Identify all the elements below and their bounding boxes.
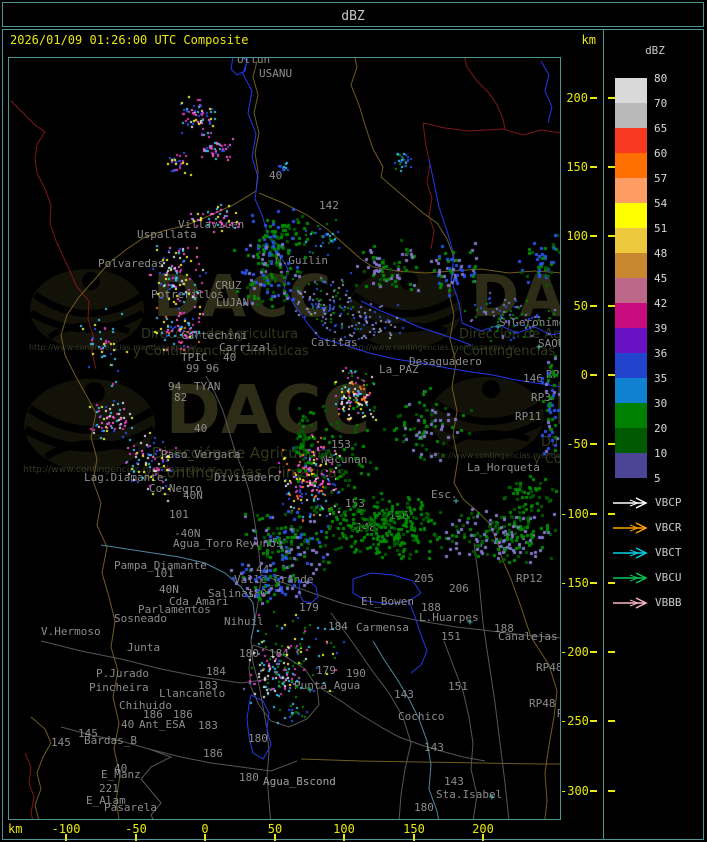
- legend-cell: [615, 428, 647, 453]
- right-tick: [590, 651, 597, 653]
- vector-arrow-icon: [613, 572, 648, 584]
- legend-cell-label: 20: [654, 422, 668, 435]
- legend-cell-label: 54: [654, 197, 668, 210]
- right-axis-unit: km: [581, 33, 596, 47]
- right-tick-label: -250: [560, 714, 589, 728]
- vector-arrow-icon: [613, 547, 648, 559]
- legend-cell-label: 51: [654, 222, 668, 235]
- right-tick: [590, 513, 597, 515]
- legend-cell-label: 5: [654, 472, 661, 485]
- bottom-tick: [204, 834, 206, 841]
- right-tick: [590, 166, 597, 168]
- bottom-tick: [274, 834, 276, 841]
- legend-cell-label: 48: [654, 247, 668, 260]
- legend-cell-label: 35: [654, 372, 668, 385]
- legend-cell-label: 42: [654, 297, 668, 310]
- right-tick: [608, 790, 615, 792]
- radar-app-window: dBZ 2026/01/09 01:26:00 UTC Composite km…: [0, 0, 707, 842]
- right-tick: [590, 790, 597, 792]
- right-tick: [590, 97, 597, 99]
- legend-cell: [615, 328, 647, 353]
- legend-cell-label: 10: [654, 447, 668, 460]
- legend-cell: [615, 128, 647, 153]
- legend-cell: [615, 403, 647, 428]
- right-tick-label: -200: [560, 645, 589, 659]
- map-viewport: DACCDirección de Agriculturay Contingenc…: [8, 57, 561, 820]
- vector-arrow-icon: [613, 522, 648, 534]
- bottom-tick: [482, 834, 484, 841]
- timestamp-label: 2026/01/09 01:26:00 UTC Composite: [10, 33, 249, 47]
- vector-label: VBCR: [655, 521, 682, 534]
- window-title: dBZ: [341, 9, 365, 24]
- panel-divider: [603, 29, 604, 840]
- right-tick: [608, 235, 615, 237]
- right-tick: [608, 97, 615, 99]
- legend-cell: [615, 203, 647, 228]
- bottom-tick: [135, 834, 137, 841]
- legend-cell: [615, 378, 647, 403]
- legend-cell: [615, 78, 647, 103]
- title-bar: dBZ: [2, 2, 704, 27]
- legend-cell: [615, 103, 647, 128]
- legend-cell-label: 70: [654, 97, 668, 110]
- legend-cell: [615, 453, 647, 478]
- legend-cell-label: 45: [654, 272, 668, 285]
- legend-title: dBZ: [645, 44, 665, 57]
- right-tick-label: -50: [566, 437, 588, 451]
- right-tick: [608, 166, 615, 168]
- right-tick-label: -100: [560, 507, 589, 521]
- right-tick-label: -150: [560, 576, 589, 590]
- right-tick: [608, 513, 615, 515]
- right-tick: [608, 374, 615, 376]
- right-tick-label: 0: [580, 368, 588, 382]
- bottom-tick: [65, 834, 67, 841]
- right-tick: [590, 720, 597, 722]
- right-tick: [590, 582, 597, 584]
- right-tick: [608, 443, 615, 445]
- bottom-axis-unit: km: [8, 822, 23, 836]
- right-tick-label: 100: [566, 229, 588, 243]
- vector-label: VBCU: [655, 571, 682, 584]
- legend-cell: [615, 253, 647, 278]
- legend-cell: [615, 153, 647, 178]
- vector-label: VBBB: [655, 596, 682, 609]
- legend-cell: [615, 278, 647, 303]
- legend-cell-label: 30: [654, 397, 668, 410]
- legend-cell-label: 65: [654, 122, 668, 135]
- right-tick: [608, 651, 615, 653]
- right-tick-label: 200: [566, 91, 588, 105]
- map-layer: DACCDirección de Agriculturay Contingenc…: [9, 58, 560, 819]
- legend-cell-label: 39: [654, 322, 668, 335]
- legend-cell: [615, 228, 647, 253]
- vector-arrow-icon: [613, 597, 648, 609]
- legend-cell: [615, 303, 647, 328]
- echo-canvas: [9, 58, 560, 819]
- right-tick-label: 150: [566, 160, 588, 174]
- right-tick: [590, 235, 597, 237]
- vector-label: VBCT: [655, 546, 682, 559]
- legend-cell: [615, 353, 647, 378]
- bottom-tick: [413, 834, 415, 841]
- right-tick: [590, 305, 597, 307]
- vector-arrow-icon: [613, 497, 648, 509]
- legend-cell-label: 36: [654, 347, 668, 360]
- bottom-tick: [343, 834, 345, 841]
- legend-cell: [615, 178, 647, 203]
- right-tick-label: 50: [573, 299, 588, 313]
- right-tick: [608, 305, 615, 307]
- vector-label: VBCP: [655, 496, 682, 509]
- legend-cell-label: 57: [654, 172, 668, 185]
- legend-cell-label: 80: [654, 72, 668, 85]
- right-tick: [590, 374, 597, 376]
- right-tick: [608, 720, 615, 722]
- right-tick: [590, 443, 597, 445]
- right-tick-label: -300: [560, 784, 589, 798]
- legend-cell-label: 60: [654, 147, 668, 160]
